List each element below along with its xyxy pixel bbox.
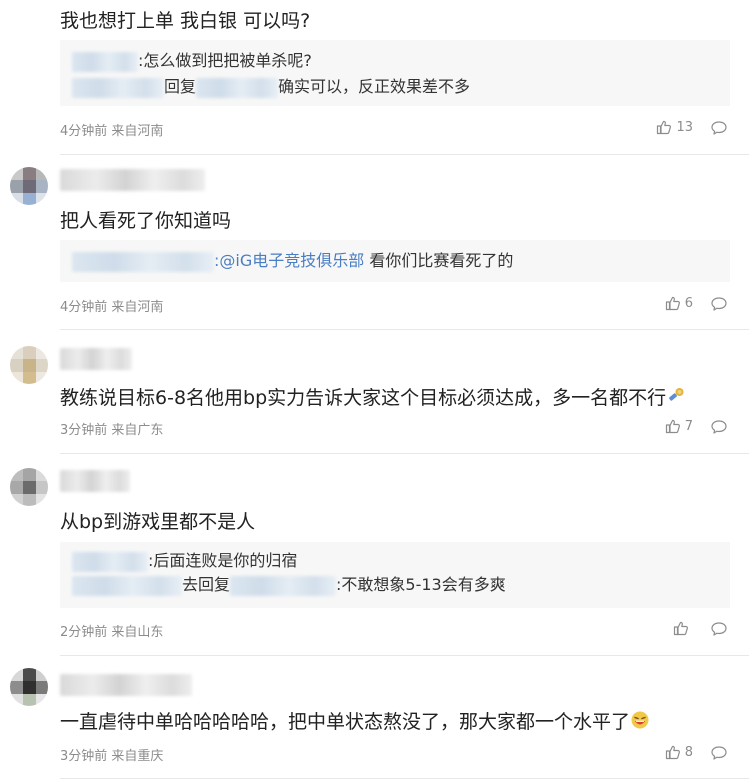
like-button[interactable]: 6 xyxy=(665,295,693,311)
comment-meta: 3分钟前 来自重庆 xyxy=(60,749,164,764)
reply-author-blurred[interactable] xyxy=(72,551,148,572)
thumbs-up-icon xyxy=(656,119,672,135)
reply-text: :怎么做到把把被单杀呢? xyxy=(138,51,312,70)
comment-meta: 3分钟前 来自广东 xyxy=(60,423,164,438)
like-count: 7 xyxy=(684,418,693,434)
avatar[interactable] xyxy=(10,346,48,384)
reply-prefix: 去回复 xyxy=(182,575,231,594)
reply-author-blurred[interactable] xyxy=(72,77,164,98)
comment-bubble-icon[interactable] xyxy=(711,621,727,637)
comment-bubble-icon[interactable] xyxy=(711,419,727,435)
username-blurred[interactable] xyxy=(60,674,192,696)
comment-text: 一直虐待中单哈哈哈哈哈，把中单状态熬没了，那大家都一个水平了 xyxy=(60,711,631,733)
reply-text: :后面连败是你的归宿 xyxy=(148,551,298,570)
mention-link[interactable]: :@iG电子竞技俱乐部 xyxy=(214,251,364,270)
reply-line: 回复 确实可以，反正效果差不多 xyxy=(72,76,470,98)
reply-line: :后面连败是你的归宿 xyxy=(72,550,297,572)
comment-content: 教练说目标6-8名他用bp实力告诉大家这个目标必须达成，多一名都不行 xyxy=(60,383,686,411)
reply-preview[interactable]: :@iG电子竞技俱乐部 看你们比赛看死了的 xyxy=(60,240,730,282)
avatar[interactable] xyxy=(10,668,48,706)
comment-content: 把人看死了你知道吗 xyxy=(60,210,232,232)
reply-text: 看你们比赛看死了的 xyxy=(364,251,514,270)
avatar[interactable] xyxy=(10,167,48,205)
comment-content: 从bp到游戏里都不是人 xyxy=(60,511,256,533)
comment-item: 一直虐待中单哈哈哈哈哈，把中单状态熬没了，那大家都一个水平了 3分钟前 来自重庆… xyxy=(0,656,749,780)
reply-text: :不敢想象5-13会有多爽 xyxy=(336,575,506,594)
comment-item: 从bp到游戏里都不是人 :后面连败是你的归宿 去回复:不敢想象5-13会有多爽 … xyxy=(0,454,749,656)
reply-line: :怎么做到把把被单杀呢? xyxy=(72,50,312,72)
thumbs-up-icon xyxy=(665,418,681,434)
reply-author-blurred[interactable] xyxy=(72,251,214,272)
reply-preview[interactable]: :后面连败是你的归宿 去回复 :不敢想象5-13会有多爽 xyxy=(60,542,730,608)
comment-bubble-icon[interactable] xyxy=(711,120,727,136)
like-count: 13 xyxy=(676,119,693,135)
comment-meta: 4分钟前 来自河南 xyxy=(60,124,164,139)
comment-bubble-icon[interactable] xyxy=(711,745,727,761)
like-button[interactable] xyxy=(673,620,693,636)
like-button[interactable]: 7 xyxy=(665,418,693,434)
thumbs-up-icon xyxy=(665,744,681,760)
comment-item: 把人看死了你知道吗 :@iG电子竞技俱乐部 看你们比赛看死了的 4分钟前 来自河… xyxy=(0,155,749,330)
reply-author-blurred[interactable] xyxy=(72,575,182,596)
username-blurred[interactable] xyxy=(60,169,205,191)
reply-prefix: 回复 xyxy=(164,77,197,96)
like-count: 8 xyxy=(684,744,693,760)
comment-content: 一直虐待中单哈哈哈哈哈，把中单状态熬没了，那大家都一个水平了 xyxy=(60,707,650,735)
username-blurred[interactable] xyxy=(60,470,130,492)
comment-item: 我也想打上单 我白银 可以吗? :怎么做到把把被单杀呢? 回复 确实可以，反正效果… xyxy=(0,0,749,155)
reply-target-blurred[interactable] xyxy=(230,575,337,596)
microphone-emoji xyxy=(666,386,686,411)
divider xyxy=(60,778,749,779)
reply-preview[interactable]: :怎么做到把把被单杀呢? 回复 确实可以，反正效果差不多 xyxy=(60,40,730,106)
comment-meta: 4分钟前 来自河南 xyxy=(60,300,164,315)
laughing-face-emoji xyxy=(630,710,650,735)
comment-meta: 2分钟前 来自山东 xyxy=(60,625,164,640)
comment-bubble-icon[interactable] xyxy=(711,296,727,312)
thumbs-up-icon xyxy=(665,295,681,311)
comment-item: 教练说目标6-8名他用bp实力告诉大家这个目标必须达成，多一名都不行 3分钟前 … xyxy=(0,330,749,454)
like-button[interactable]: 8 xyxy=(665,744,693,760)
username-blurred[interactable] xyxy=(60,348,132,370)
like-button[interactable]: 13 xyxy=(656,119,693,135)
reply-line: :@iG电子竞技俱乐部 看你们比赛看死了的 xyxy=(72,250,513,272)
avatar[interactable] xyxy=(10,468,48,506)
reply-target-blurred[interactable] xyxy=(196,77,279,98)
thumbs-up-icon xyxy=(673,620,689,636)
reply-line: 去回复 :不敢想象5-13会有多爽 xyxy=(72,574,506,596)
comment-text: 教练说目标6-8名他用bp实力告诉大家这个目标必须达成，多一名都不行 xyxy=(60,387,667,409)
like-count: 6 xyxy=(684,295,693,311)
reply-text: 确实可以，反正效果差不多 xyxy=(278,77,471,96)
reply-author-blurred[interactable] xyxy=(72,51,138,72)
comment-content: 我也想打上单 我白银 可以吗? xyxy=(60,10,311,32)
